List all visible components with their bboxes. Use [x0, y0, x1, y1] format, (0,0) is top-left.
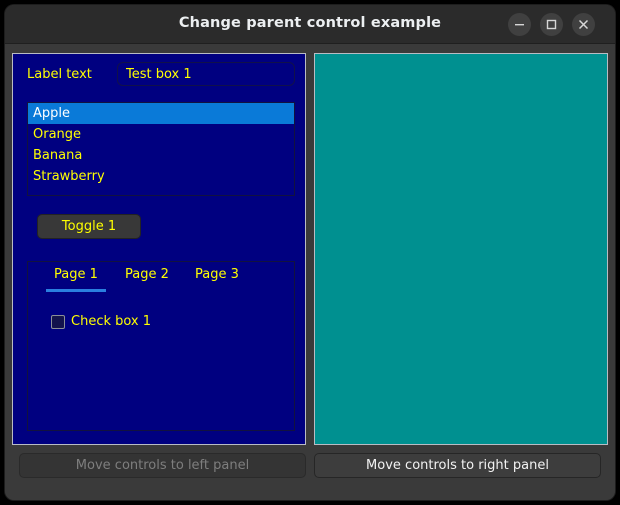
notebook-tabs: Page 1 Page 2 Page 3 — [28, 262, 294, 293]
left-panel: Label text Apple Orange Banana Strawberr… — [12, 53, 306, 445]
tab-page-3[interactable]: Page 3 — [195, 267, 239, 286]
title-bar: Change parent control example — [5, 5, 615, 44]
tab-page-1[interactable]: Page 1 — [54, 267, 98, 286]
checkbox-row: Check box 1 — [51, 314, 151, 329]
list-item[interactable]: Apple — [28, 103, 294, 124]
check-box-1-label: Check box 1 — [71, 314, 151, 329]
close-button[interactable] — [572, 13, 595, 36]
list-item[interactable]: Strawberry — [28, 166, 294, 187]
list-item[interactable]: Banana — [28, 145, 294, 166]
fruit-listbox[interactable]: Apple Orange Banana Strawberry — [27, 102, 295, 196]
minimize-icon — [508, 13, 531, 36]
minimize-button[interactable] — [508, 13, 531, 36]
close-icon — [572, 13, 595, 36]
check-box-1[interactable] — [51, 315, 65, 329]
list-item[interactable]: Orange — [28, 124, 294, 145]
move-controls-left-button[interactable]: Move controls to left panel — [19, 453, 306, 478]
maximize-icon — [540, 13, 563, 36]
move-controls-right-button[interactable]: Move controls to right panel — [314, 453, 601, 478]
right-panel — [314, 53, 608, 445]
maximize-button[interactable] — [540, 13, 563, 36]
notebook: Page 1 Page 2 Page 3 Check box 1 — [27, 261, 295, 431]
text-entry[interactable] — [117, 62, 295, 86]
application-window: Change parent control example — [5, 5, 615, 500]
toggle-button[interactable]: Toggle 1 — [37, 214, 141, 239]
label-text: Label text — [27, 67, 92, 82]
panels-container: Label text Apple Orange Banana Strawberr… — [12, 53, 608, 445]
tab-page-2[interactable]: Page 2 — [125, 267, 169, 286]
window-content: Label text Apple Orange Banana Strawberr… — [5, 44, 615, 500]
